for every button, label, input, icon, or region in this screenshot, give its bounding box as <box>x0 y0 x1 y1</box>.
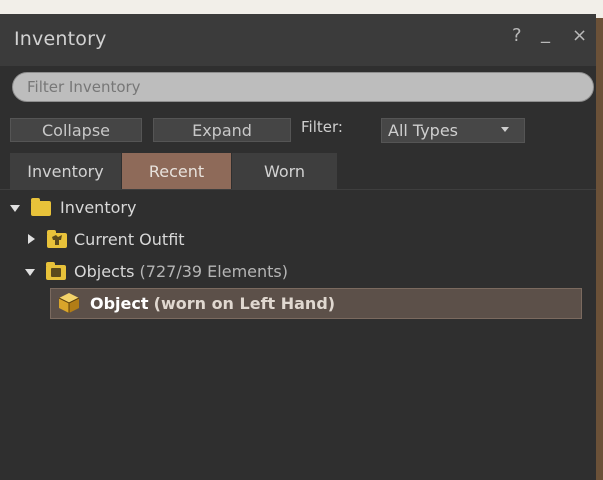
tab-worn[interactable]: Worn <box>232 153 337 189</box>
tree-item-label: Inventory <box>60 198 137 217</box>
folder-icon <box>31 198 51 216</box>
tab-inventory[interactable]: Inventory <box>10 153 121 189</box>
expand-arrow-icon[interactable] <box>25 269 35 276</box>
tree-item-label: Current Outfit <box>74 230 185 249</box>
window-title: Inventory <box>14 28 107 50</box>
collapsed-arrow-icon[interactable] <box>28 234 35 244</box>
help-icon[interactable]: ? <box>512 25 522 46</box>
objects-folder-icon <box>46 262 66 280</box>
item-count: (727/39 Elements) <box>139 262 288 281</box>
filter-label: Filter: <box>301 118 343 136</box>
tab-divider <box>0 189 596 190</box>
viewer-desktop: Inventory ? _ × Collapse Expand Filter: … <box>0 0 603 480</box>
tree-row-inventory[interactable]: Inventory <box>0 194 596 222</box>
minimize-icon[interactable]: _ <box>541 23 550 44</box>
object-label: Object (worn on Left Hand) <box>90 294 335 313</box>
worn-status: (worn on Left Hand) <box>153 294 336 313</box>
tree-row-objects[interactable]: Objects (727/39 Elements) <box>0 258 596 286</box>
filter-type-dropdown[interactable]: All Types <box>381 118 525 143</box>
tree-item-label: Objects (727/39 Elements) <box>74 262 288 281</box>
chevron-down-icon <box>501 127 509 132</box>
tab-recent[interactable]: Recent <box>122 153 231 189</box>
object-name: Object <box>90 294 149 313</box>
title-bar[interactable]: Inventory ? _ × <box>0 14 596 66</box>
close-icon[interactable]: × <box>572 25 587 46</box>
expand-arrow-icon[interactable] <box>10 205 20 212</box>
filter-type-value: All Types <box>388 121 459 140</box>
expand-button[interactable]: Expand <box>153 118 291 142</box>
outfit-folder-icon <box>47 230 67 248</box>
filter-input[interactable] <box>13 73 593 101</box>
object-cube-icon <box>58 293 80 313</box>
inventory-window: Inventory ? _ × Collapse Expand Filter: … <box>0 14 596 480</box>
filter-inventory-field[interactable] <box>12 72 594 102</box>
objects-folder-name: Objects <box>74 262 135 281</box>
tree-row-current-outfit[interactable]: Current Outfit <box>0 226 596 254</box>
collapse-button[interactable]: Collapse <box>10 118 142 142</box>
